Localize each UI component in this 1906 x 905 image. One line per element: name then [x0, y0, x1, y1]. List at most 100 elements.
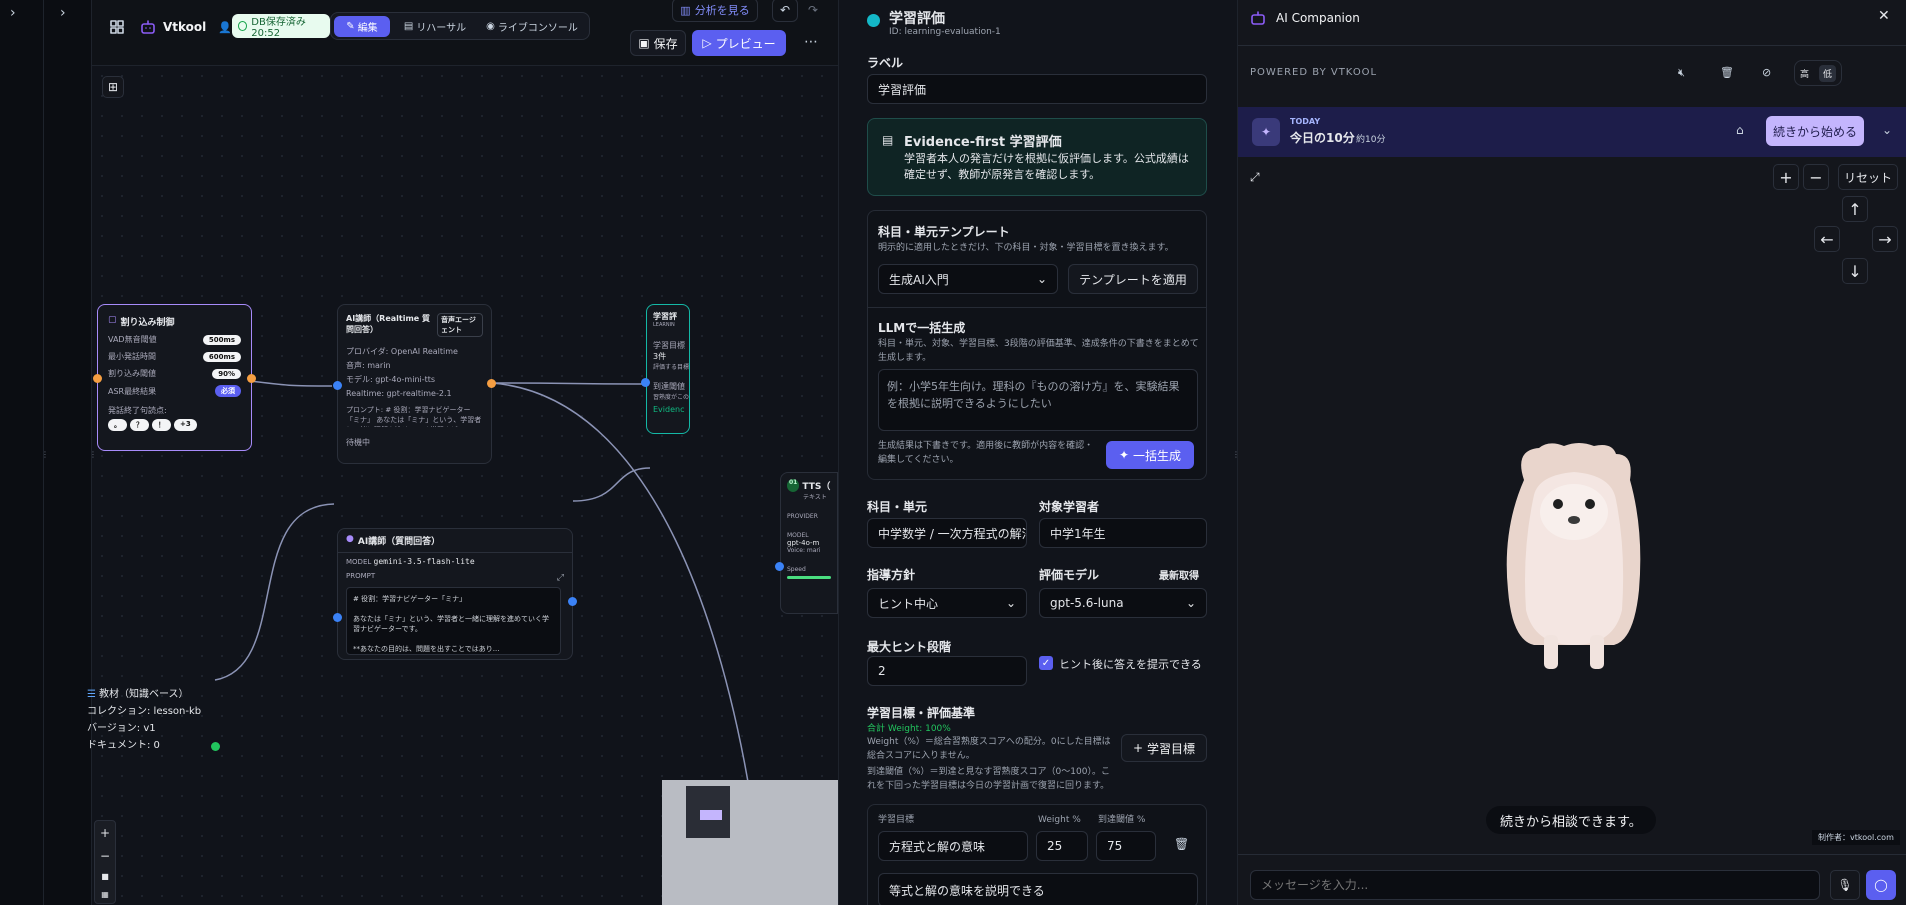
preview-button[interactable]: ▷ プレビュー — [692, 30, 786, 56]
terminal-label: 発話終了句読点: — [108, 406, 167, 415]
interrupt-node[interactable]: ▢ 割り込み制御 VAD無音閾値 500ms 最小発話時間 600ms 割り込み閾値 9… — [93, 304, 256, 451]
save-button[interactable]: ▣ 保存 — [630, 30, 686, 56]
chevron-down-icon: ⌄ — [1185, 596, 1196, 610]
mute-icon[interactable]: 🔇︎ — [1678, 66, 1685, 80]
hint-input[interactable]: 2 — [867, 656, 1027, 686]
learning-node[interactable]: 学習評 LEARNIN 学習目標 3件 評価する目標 到達閾値 習熟度がこの E… — [646, 304, 690, 434]
pan-up-button[interactable]: ↑ — [1842, 196, 1868, 222]
zoom-out-button[interactable]: − — [1803, 164, 1829, 190]
expand-chevron-icon[interactable]: › — [10, 5, 16, 21]
expand-icon[interactable]: ⤢ — [557, 573, 564, 583]
tab-rehearsal[interactable]: ▤ リハーサル — [399, 16, 471, 37]
goal-reach-input[interactable]: 75 — [1096, 831, 1156, 861]
ai-realtime-node[interactable]: AI講師（Realtime 質問回答） 音声エージェント プロバイダ: Open… — [333, 304, 496, 464]
powered-by: POWERED BY VTKOOL — [1250, 67, 1378, 78]
kb-node[interactable]: ☰ 教材（知識ベース） コレクション: lesson-kb バージョン: v1 ド… — [87, 686, 217, 754]
learning-goal-label: 学習目標 — [653, 341, 685, 350]
tts-speed-bar[interactable] — [787, 576, 831, 579]
tab-edit[interactable]: ✎ 編集 — [334, 16, 390, 37]
flow-canvas[interactable]: ⊞ ▢ 割り込み制御 VAD無音閾値 500ms 最小発話時間 600ms 割り込み閾… — [87, 66, 838, 905]
tab-edit-label: 編集 — [357, 23, 378, 34]
redo-button[interactable]: ↷ — [800, 0, 826, 22]
ai-qa-node[interactable]: ● AI講師（質問回答） MODEL gemini-3.5-flash-lite … — [333, 528, 577, 660]
tts-node[interactable]: 01 TTS（ テキスト PROVIDER MODEL gpt-4o-m Voic… — [780, 472, 838, 614]
ai-qa-prompt-box[interactable]: # 役割：学習ナビゲーター「ミナ」 あなたは「ミナ」という、学習者と一緒に理解を… — [346, 587, 561, 655]
interrupt-row: VAD無音閾値 500ms — [108, 334, 241, 345]
send-button[interactable]: ◯ — [1866, 870, 1896, 900]
close-icon[interactable]: ✕ — [1878, 8, 1890, 24]
canvas-zoom-out[interactable]: − — [100, 849, 110, 863]
generate-button[interactable]: ✦ 一括生成 — [1106, 441, 1194, 469]
resume-button[interactable]: 続きから始める — [1766, 116, 1864, 146]
policy-select[interactable]: ヒント中心 ⌄ — [867, 588, 1027, 618]
message-input[interactable] — [1250, 870, 1820, 900]
pan-down-button[interactable]: ↓ — [1842, 258, 1868, 284]
eye-off-icon[interactable]: ⊘ — [1762, 66, 1771, 79]
target-input[interactable]: 中学1年生 — [1039, 518, 1207, 548]
hedgehog-avatar[interactable] — [1494, 440, 1654, 690]
output-port[interactable] — [247, 374, 256, 383]
pan-right-button[interactable]: → — [1872, 226, 1898, 252]
hedgehog-face — [1540, 484, 1608, 540]
template-apply-button[interactable]: テンプレートを適用 — [1068, 264, 1198, 294]
pan-left-button[interactable]: ← — [1814, 226, 1840, 252]
goal-weight-input[interactable]: 25 — [1036, 831, 1088, 861]
resize-handle[interactable]: ⋮ — [41, 450, 49, 459]
analyze-button[interactable]: ▥ 分析を見る — [672, 0, 758, 22]
tab-live-console[interactable]: ◉ ライブコンソール — [477, 16, 587, 37]
output-port[interactable] — [568, 597, 577, 606]
grid-icon[interactable] — [110, 20, 124, 34]
input-port[interactable] — [333, 613, 342, 622]
secondary-rail: › — [44, 0, 92, 905]
fit-view-icon[interactable]: ■ — [101, 872, 109, 881]
interrupt-row: ASR最終結果 必須 — [108, 385, 241, 397]
interrupt-row: 割り込み閾値 90% — [108, 368, 241, 379]
resize-handle[interactable]: ⋮ — [89, 450, 97, 459]
hint-checkbox[interactable]: ✓ — [1039, 656, 1053, 670]
trash-icon[interactable]: 🗑 — [1174, 837, 1189, 851]
model-select[interactable]: gpt-5.6-luna ⌄ — [1039, 588, 1207, 618]
trash-icon[interactable]: 🗑︎ — [1720, 66, 1734, 79]
kb-output-port[interactable] — [211, 742, 220, 751]
zoom-in-button[interactable]: + — [1773, 164, 1799, 190]
model-value: gemini-3.5-flash-lite — [373, 557, 475, 566]
minimap[interactable] — [662, 780, 838, 905]
model-fetch-link[interactable]: 最新取得 — [1159, 567, 1199, 582]
generate-label: 一括生成 — [1133, 448, 1182, 463]
home-icon[interactable]: ⌂ — [1736, 123, 1744, 137]
llm-prompt-textarea[interactable]: 例：小学5年生向け。理科の『ものの溶け方』を、実験結果を根拠に説明できるようにし… — [878, 369, 1198, 431]
goal-desc-input[interactable]: 等式と解の意味を説明できる — [878, 873, 1198, 905]
template-card: 科目・単元テンプレート 明示的に適用したときだけ、下の科目・対象・学習目標を置き… — [867, 210, 1207, 480]
reset-button[interactable]: リセット — [1838, 164, 1898, 190]
lock-icon[interactable]: ▦ — [101, 890, 109, 899]
learning-input-port[interactable] — [641, 378, 650, 387]
quality-low[interactable]: 低 — [1818, 64, 1836, 82]
fullscreen-icon[interactable]: ⤢ — [1250, 170, 1260, 185]
sparkle-icon: ✦ — [1118, 448, 1130, 462]
goal-name-input[interactable]: 方程式と解の意味 — [878, 831, 1028, 861]
kb-header: ☰ 教材（知識ベース） — [87, 686, 217, 703]
learning-title: 学習評 — [653, 312, 677, 321]
template-select[interactable]: 生成AI入門 ⌄ — [878, 264, 1058, 294]
add-goal-button[interactable]: + 学習目標 — [1121, 734, 1207, 762]
more-menu-icon[interactable]: ⋯ — [804, 34, 818, 50]
input-port[interactable] — [93, 374, 102, 383]
tts-input-port[interactable] — [775, 562, 784, 571]
mic-off-icon[interactable]: 🎙︎ — [1830, 870, 1860, 900]
label-input[interactable]: 学習評価 — [867, 74, 1207, 104]
learning-reach-label: 到達閾値 — [653, 382, 685, 391]
output-port[interactable] — [487, 379, 496, 388]
user-icon[interactable]: 👤 — [218, 21, 232, 34]
add-goal-label: 学習目標 — [1147, 741, 1196, 756]
credit-label: 制作者：vtkool.com — [1812, 830, 1900, 845]
canvas-zoom-in[interactable]: + — [100, 826, 110, 840]
input-port[interactable] — [333, 381, 342, 390]
tab-rehearsal-label: リハーサル — [416, 23, 467, 34]
undo-button[interactable]: ↶ — [772, 0, 798, 22]
expand-panel-chevron-icon[interactable]: › — [60, 5, 66, 21]
chevron-down-icon[interactable]: ⌄ — [1882, 123, 1892, 137]
subject-input[interactable]: 中学数学 / 一次方程式の解法 — [867, 518, 1027, 548]
ai-qa-title: AI講師（質問回答） — [357, 537, 441, 547]
quality-high[interactable]: 高 — [1800, 67, 1809, 80]
canvas-controls: + − ■ ▦ — [94, 820, 116, 904]
